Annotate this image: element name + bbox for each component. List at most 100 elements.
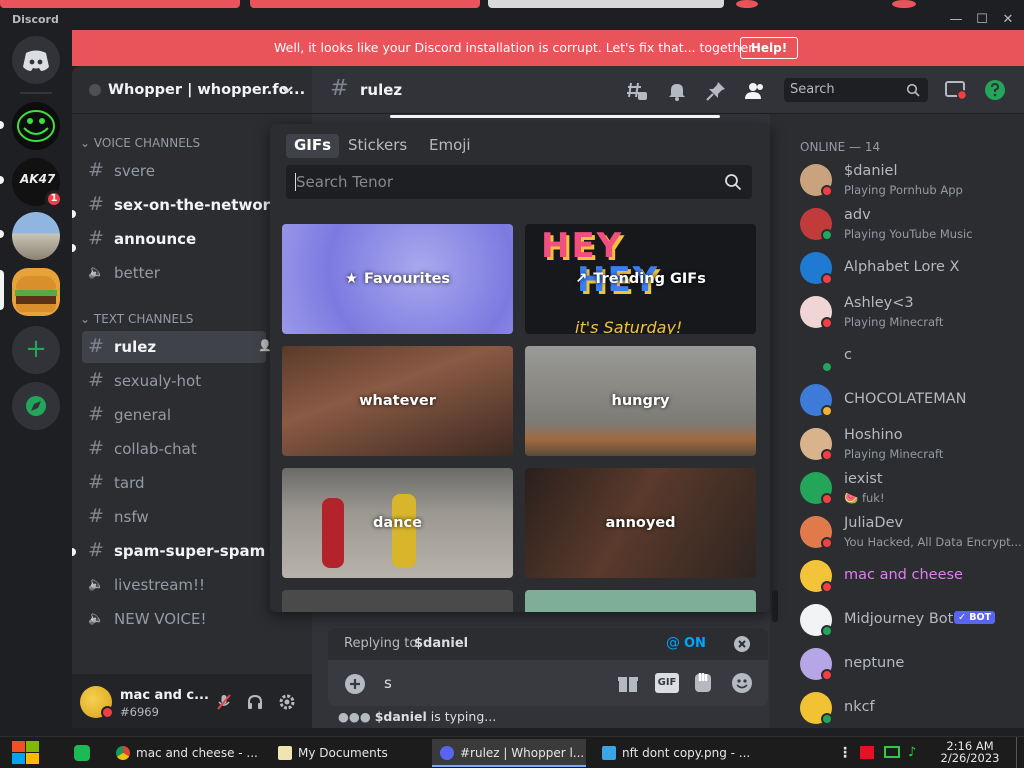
member-name: mac and cheese — [844, 567, 963, 583]
channel-svere[interactable]: # svere — [82, 155, 266, 187]
reply-prefix: Replying to — [344, 636, 418, 651]
channel-collab-chat[interactable]: # collab-chat — [82, 433, 266, 465]
text-category[interactable]: ⌄ TEXT CHANNELS — [80, 312, 193, 326]
taskbar-item-discord[interactable]: #rulez | Whopper l... — [432, 739, 586, 767]
hashtag-icon: # — [88, 335, 104, 357]
gif-button[interactable]: GIF — [655, 673, 679, 693]
server-ak47[interactable]: AK47 1 — [12, 158, 63, 208]
channel-label: svere — [114, 162, 155, 180]
search-input[interactable]: Search — [784, 78, 928, 102]
explore-servers-button[interactable] — [12, 382, 60, 430]
burger-bun-icon — [16, 276, 56, 290]
gif-tile-trending[interactable]: HEY HEY it's Saturday! ↗ Trending GIFs — [525, 224, 756, 334]
server-ak47-art: AK47 — [20, 172, 56, 186]
member-list-icon[interactable] — [744, 80, 766, 102]
chat-scrollbar-thumb[interactable] — [772, 590, 778, 622]
gif-tile-partial[interactable] — [282, 590, 513, 612]
channel-sexualy-hot[interactable]: # sexualy-hot — [82, 365, 266, 397]
server-whopper[interactable] — [12, 268, 60, 316]
at-icon[interactable]: @ — [666, 635, 680, 651]
message-input[interactable]: s — [384, 674, 392, 692]
channel-rulez[interactable]: # rulez 👤 — [82, 331, 272, 363]
headphones-icon[interactable] — [246, 693, 264, 711]
network-icon[interactable] — [884, 746, 900, 758]
channel-sex-on-the-network[interactable]: # sex-on-the-network — [82, 189, 280, 221]
gift-icon[interactable] — [617, 672, 639, 694]
speaker-icon: 🔈 — [88, 577, 105, 592]
start-button[interactable] — [10, 738, 42, 768]
channel-spam-super-spam[interactable]: # spam-super-spam — [82, 535, 266, 567]
channel-better[interactable]: 🔈 better — [82, 257, 266, 289]
close-button[interactable]: ✕ — [998, 12, 1018, 28]
tray-overflow-icon[interactable]: ⋮ — [838, 745, 852, 761]
member-item[interactable]: adv Playing YouTube Music — [800, 204, 1020, 248]
gear-icon[interactable] — [278, 693, 296, 711]
member-item[interactable]: Alphabet Lore X — [800, 248, 1020, 292]
flag-icon[interactable] — [860, 746, 874, 759]
member-status: Playing Pornhub App — [844, 183, 963, 197]
member-item[interactable]: CHOCOLATEMAN — [800, 380, 1020, 424]
spotify-icon[interactable] — [74, 745, 90, 761]
channel-tard[interactable]: # tard — [82, 467, 266, 499]
presence-icon — [821, 185, 833, 197]
inbox-icon[interactable] — [944, 79, 968, 101]
clock[interactable]: 2:16 AM 2/26/2023 — [940, 740, 1000, 764]
mute-mic-icon[interactable] — [215, 693, 233, 711]
show-desktop-button[interactable] — [1016, 737, 1024, 768]
channel-label: nsfw — [114, 508, 149, 526]
member-item[interactable]: Ashley<3 Playing Minecraft — [800, 292, 1020, 336]
member-item[interactable]: JuliaDev You Hacked, All Data Encrypt... — [800, 512, 1022, 556]
member-item[interactable]: nkcf — [800, 688, 1020, 732]
member-item[interactable]: Hoshino Playing Minecraft — [800, 424, 1020, 468]
gif-picker: GIFs Stickers Emoji Search Tenor ★ Favour… — [270, 115, 770, 612]
thread-channel-icon: # — [88, 369, 104, 391]
add-attachment-icon[interactable] — [344, 673, 366, 695]
taskbar-item-chrome[interactable]: mac and cheese - ... — [108, 739, 264, 767]
gif-tile-dance[interactable]: dance — [282, 468, 513, 578]
member-item[interactable]: iexist 🍉 fuk! — [800, 468, 1020, 512]
speaker-icon: 🔈 — [88, 265, 105, 280]
pin-icon[interactable] — [705, 80, 727, 102]
cancel-reply-icon[interactable] — [734, 636, 750, 652]
member-name: adv — [844, 207, 871, 223]
channel-general[interactable]: # general — [82, 399, 266, 431]
threads-icon[interactable] — [626, 80, 648, 102]
channel-new-voice[interactable]: 🔈 NEW VOICE! — [82, 603, 266, 635]
gif-tile-partial[interactable] — [525, 590, 756, 612]
tab-stickers[interactable]: Stickers — [340, 134, 415, 158]
gif-search-input[interactable]: Search Tenor — [286, 165, 752, 199]
taskbar-item-image[interactable]: nft dont copy.png - ... — [594, 739, 750, 767]
help-button[interactable]: Help! — [740, 37, 798, 59]
server-trollface[interactable] — [12, 102, 60, 150]
channel-announce[interactable]: # announce — [82, 223, 266, 255]
member-item[interactable]: neptune — [800, 644, 1020, 688]
volume-icon[interactable]: ♪ — [908, 745, 916, 760]
taskbar-item-documents[interactable]: My Documents — [270, 739, 424, 767]
maximize-button[interactable]: ☐ — [972, 12, 992, 28]
member-item[interactable]: Midjourney Bot ✓ BOT — [800, 600, 1020, 644]
tab-emoji[interactable]: Emoji — [421, 134, 479, 158]
gif-tile-favourites[interactable]: ★ Favourites — [282, 224, 513, 334]
member-item[interactable]: $daniel Playing Pornhub App — [800, 160, 1020, 204]
unread-pill — [0, 230, 4, 238]
sticker-icon[interactable] — [692, 671, 716, 695]
help-icon[interactable] — [984, 79, 1006, 101]
tab-gifs[interactable]: GIFs — [286, 134, 340, 158]
bell-icon[interactable] — [666, 80, 688, 102]
add-server-button[interactable]: + — [12, 326, 60, 374]
server-header[interactable]: Whopper | whopper.fo... — [72, 66, 312, 114]
home-button[interactable] — [12, 36, 60, 84]
channel-livestream[interactable]: 🔈 livestream!! — [82, 569, 266, 601]
dnd-status-icon — [101, 706, 114, 719]
gif-tile-hungry[interactable]: hungry — [525, 346, 756, 456]
member-item[interactable]: mac and cheese — [800, 556, 1020, 600]
emoji-icon[interactable] — [730, 671, 754, 695]
voice-category[interactable]: ⌄ VOICE CHANNELS — [80, 136, 200, 150]
member-item[interactable]: c — [800, 336, 1020, 380]
mention-toggle[interactable]: ON — [684, 636, 706, 651]
server-building[interactable] — [12, 212, 60, 260]
minimize-button[interactable]: — — [946, 12, 966, 28]
gif-tile-annoyed[interactable]: annoyed — [525, 468, 756, 578]
gif-tile-whatever[interactable]: whatever — [282, 346, 513, 456]
channel-nsfw[interactable]: # nsfw — [82, 501, 266, 533]
